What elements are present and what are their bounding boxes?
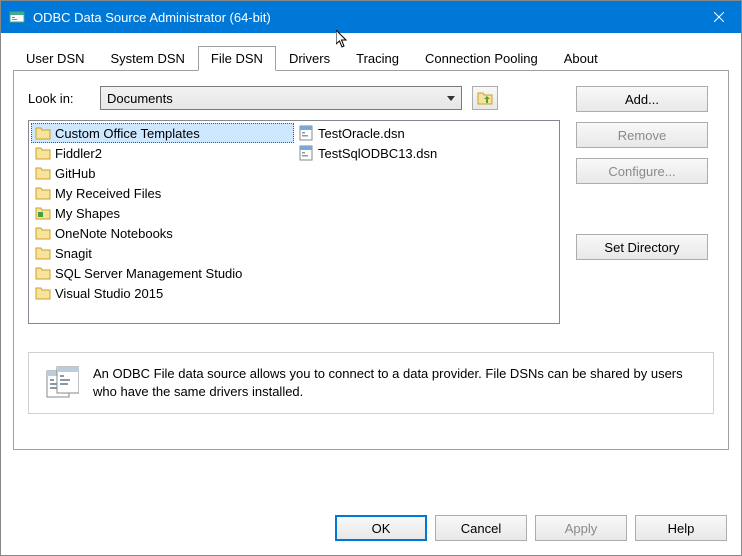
tab-bar: User DSN System DSN File DSN Drivers Tra… bbox=[13, 46, 729, 71]
folder-icon bbox=[35, 265, 51, 281]
file-item-label: TestSqlODBC13.dsn bbox=[318, 146, 437, 161]
up-folder-icon bbox=[477, 90, 493, 106]
tab-connection-pooling[interactable]: Connection Pooling bbox=[412, 46, 551, 70]
look-in-select[interactable]: Documents bbox=[100, 86, 462, 110]
info-box: An ODBC File data source allows you to c… bbox=[28, 352, 714, 414]
close-button[interactable] bbox=[696, 1, 741, 33]
file-item-label: TestOracle.dsn bbox=[318, 126, 405, 141]
set-directory-button[interactable]: Set Directory bbox=[576, 234, 708, 260]
folder-item[interactable]: Snagit bbox=[31, 243, 294, 263]
remove-button[interactable]: Remove bbox=[576, 122, 708, 148]
tab-panel: Look in: Documents Custom Office Templat… bbox=[13, 70, 729, 450]
up-folder-button[interactable] bbox=[472, 86, 498, 110]
file-item-label: Fiddler2 bbox=[55, 146, 102, 161]
folder-item[interactable]: My Shapes bbox=[31, 203, 294, 223]
folder-item[interactable]: My Received Files bbox=[31, 183, 294, 203]
file-item-label: My Shapes bbox=[55, 206, 120, 221]
file-item-label: GitHub bbox=[55, 166, 95, 181]
file-list[interactable]: Custom Office Templates Fiddler2 GitHub My … bbox=[28, 120, 560, 324]
folder-icon bbox=[35, 165, 51, 181]
dsn-icon bbox=[298, 145, 314, 161]
app-icon bbox=[9, 9, 25, 25]
file-item-label: My Received Files bbox=[55, 186, 161, 201]
folder-icon bbox=[35, 125, 51, 141]
dsn-icon bbox=[298, 125, 314, 141]
folder-item[interactable]: GitHub bbox=[31, 163, 294, 183]
folder-item[interactable]: Visual Studio 2015 bbox=[31, 283, 294, 303]
folder-item[interactable]: OneNote Notebooks bbox=[31, 223, 294, 243]
window-title: ODBC Data Source Administrator (64-bit) bbox=[33, 10, 696, 25]
folder-item[interactable]: Custom Office Templates bbox=[31, 123, 294, 143]
folder-icon bbox=[35, 225, 51, 241]
odbc-icon bbox=[43, 365, 79, 401]
folder-icon bbox=[35, 245, 51, 261]
dialog-buttons: OK Cancel Apply Help bbox=[335, 515, 727, 541]
tab-file-dsn[interactable]: File DSN bbox=[198, 46, 276, 71]
add-button[interactable]: Add... bbox=[576, 86, 708, 112]
tab-drivers[interactable]: Drivers bbox=[276, 46, 343, 70]
tab-about[interactable]: About bbox=[551, 46, 611, 70]
folder-item[interactable]: Fiddler2 bbox=[31, 143, 294, 163]
titlebar: ODBC Data Source Administrator (64-bit) bbox=[1, 1, 741, 33]
file-item[interactable]: TestOracle.dsn bbox=[294, 123, 557, 143]
folder-icon bbox=[35, 285, 51, 301]
folder-icon bbox=[35, 185, 51, 201]
file-item-label: SQL Server Management Studio bbox=[55, 266, 242, 281]
tab-tracing[interactable]: Tracing bbox=[343, 46, 412, 70]
info-text: An ODBC File data source allows you to c… bbox=[93, 365, 699, 400]
file-item[interactable]: TestSqlODBC13.dsn bbox=[294, 143, 557, 163]
tab-user-dsn[interactable]: User DSN bbox=[13, 46, 98, 70]
look-in-value: Documents bbox=[107, 91, 173, 106]
folder-item[interactable]: SQL Server Management Studio bbox=[31, 263, 294, 283]
cancel-button[interactable]: Cancel bbox=[435, 515, 527, 541]
help-button[interactable]: Help bbox=[635, 515, 727, 541]
file-item-label: OneNote Notebooks bbox=[55, 226, 173, 241]
configure-button[interactable]: Configure... bbox=[576, 158, 708, 184]
file-item-label: Snagit bbox=[55, 246, 92, 261]
shapes-icon bbox=[35, 205, 51, 221]
tab-system-dsn[interactable]: System DSN bbox=[98, 46, 198, 70]
file-item-label: Visual Studio 2015 bbox=[55, 286, 163, 301]
folder-icon bbox=[35, 145, 51, 161]
apply-button[interactable]: Apply bbox=[535, 515, 627, 541]
file-item-label: Custom Office Templates bbox=[55, 126, 200, 141]
ok-button[interactable]: OK bbox=[335, 515, 427, 541]
look-in-label: Look in: bbox=[28, 91, 90, 106]
